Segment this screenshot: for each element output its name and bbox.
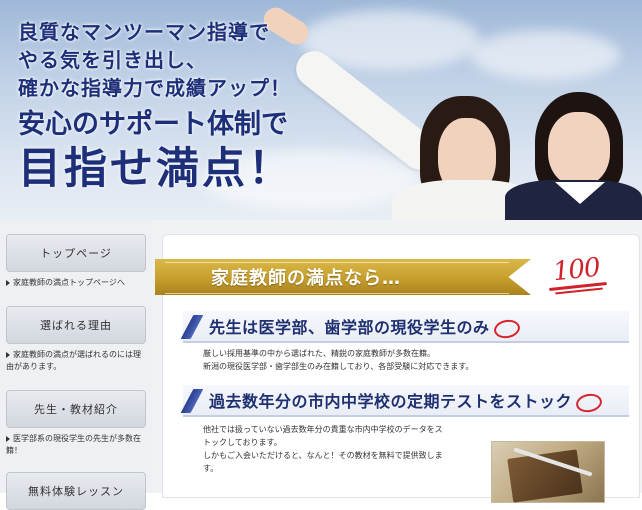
red-check-circle-icon [492,317,521,340]
nav-desc-reasons[interactable]: 家庭教師の満点が選ばれるのには理由があります。 [6,349,146,373]
hundred-points-mark: 100 [551,252,602,288]
hero-banner: 良質なマンツーマン指導で やる気を引き出し、 確かな指導力で成績アップ！ 安心の… [0,0,642,220]
content-panel: 家庭教師の満点なら… 100 先生は医学部、歯学部の現役学生のみ 厳しい採用基準… [155,234,640,503]
section-title: 先生は医学部、歯学部の現役学生のみ [209,314,521,340]
banner-title: 家庭教師の満点なら… [211,268,401,289]
sidebar: トップページ 家庭教師の満点トップページへ 選ばれる理由 家庭教師の満点が選ばれ… [0,220,152,510]
body-line: トックしております。 [203,438,282,447]
section-title-text: 先生は医学部、歯学部の現役学生のみ [209,318,490,337]
nav-free-trial[interactable]: 無料体験レッスン [6,472,146,510]
nav-reasons[interactable]: 選ばれる理由 [6,306,146,344]
triangle-bullet-icon [6,351,10,358]
section-heading-teachers: 先生は医学部、歯学部の現役学生のみ [180,311,629,343]
gold-ribbon-banner: 家庭教師の満点なら… [155,259,531,295]
pen-stroke-icon [180,315,204,339]
main-content: 家庭教師の満点なら… 100 先生は医学部、歯学部の現役学生のみ 厳しい採用基準… [152,220,642,503]
nav-label: 選ばれる理由 [40,319,112,332]
girl-face [548,112,610,186]
triangle-bullet-icon [6,435,10,442]
nav-desc-text: 家庭教師の満点トップページへ [13,278,125,287]
body-line: 新潟の現役医学部・歯学部生のみ在籍しており、各部受験に対応できます。 [203,362,474,371]
cloud [470,30,620,80]
notebook-photo [491,441,605,503]
body-line: しかもご入会いただけると、なんと！その教材を無料で提供致しま [203,451,443,460]
hero-lead-line: 確かな指導力で成績アップ！ [18,76,291,100]
section-title-text: 過去数年分の市内中学校の定期テストをストック [209,392,573,411]
section-body: 他社では扱っていない過去数年分の貴重な市内中学校のデータをス トックしております… [203,423,443,475]
body-line: 厳しい採用基準の中から選ばれた、精鋭の家庭教師が多数在籍。 [203,349,435,358]
section-heading-tests: 過去数年分の市内中学校の定期テストをストック [180,385,629,417]
hero-headline: 目指せ満点！ [18,144,294,194]
nav-top-page[interactable]: トップページ [6,234,146,272]
nav-desc-teachers[interactable]: 医学部系の現役学生の先生が多数在籍！ [6,433,146,457]
section-title: 過去数年分の市内中学校の定期テストをストック [209,388,604,414]
nav-label: 先生・教材紹介 [34,403,118,416]
body-line: 他社では扱っていない過去数年分の貴重な市内中学校のデータをス [203,425,443,434]
red-check-circle-icon [574,391,604,414]
hero-lead-line: やる気を引き出し、 [18,48,207,72]
hero-lead-line: 良質なマンツーマン指導で [18,20,270,44]
nav-teachers[interactable]: 先生・教材紹介 [6,390,146,428]
body-line: す。 [203,464,219,473]
nav-label: 無料体験レッスン [28,485,124,498]
triangle-bullet-icon [6,279,10,286]
nav-desc-text: 家庭教師の満点が選ばれるのには理由があります。 [6,350,141,371]
nav-label: トップページ [40,247,112,260]
nav-desc-text: 医学部系の現役学生の先生が多数在籍！ [6,434,141,455]
nav-desc-top-page[interactable]: 家庭教師の満点トップページへ [6,277,146,289]
hero-copy: 良質なマンツーマン指導で やる気を引き出し、 確かな指導力で成績アップ！ 安心の… [18,18,294,194]
section-body: 厳しい採用基準の中から選ばれた、精鋭の家庭教師が多数在籍。 新潟の現役医学部・歯… [203,347,473,373]
hero-subtitle: 安心のサポート体制で [18,109,288,140]
pen-stroke-icon [180,389,204,413]
